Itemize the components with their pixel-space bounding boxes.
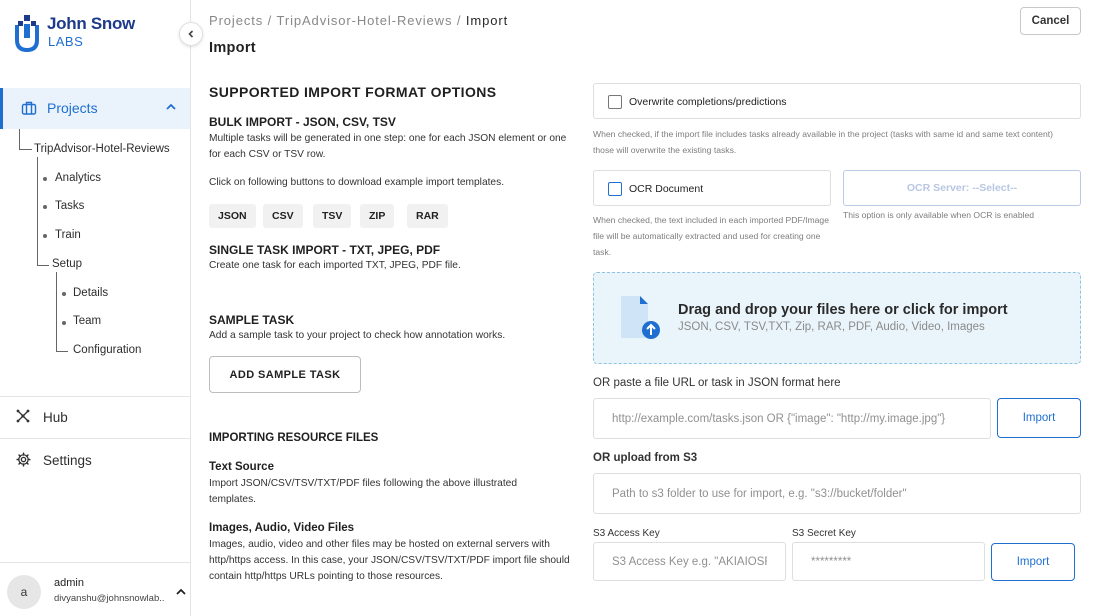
ocr-server-select[interactable]: OCR Server: --Select-- bbox=[843, 170, 1081, 206]
bulk-import-desc: Multiple tasks will be generated in one … bbox=[209, 133, 567, 160]
sidebar-item-label: Projects bbox=[47, 100, 98, 116]
download-hint: Click on following buttons to download e… bbox=[209, 177, 505, 188]
tree-dot bbox=[62, 292, 66, 296]
cancel-button[interactable]: Cancel bbox=[1020, 7, 1081, 35]
breadcrumb-project[interactable]: TripAdvisor-Hotel-Reviews bbox=[276, 13, 452, 28]
john-snow-labs-logo[interactable]: John Snow LABS bbox=[14, 12, 144, 54]
resources-title: IMPORTING RESOURCE FILES bbox=[209, 432, 379, 444]
breadcrumb-projects[interactable]: Projects bbox=[209, 13, 263, 28]
tree-line bbox=[56, 351, 68, 352]
tree-dot bbox=[62, 321, 66, 325]
breadcrumb-current: Import bbox=[465, 13, 509, 28]
tree-dot bbox=[43, 177, 47, 181]
tree-dot bbox=[43, 234, 47, 238]
single-import-desc: Create one task for each imported TXT, J… bbox=[209, 260, 461, 271]
sidebar-item-label: Settings bbox=[43, 453, 92, 468]
overwrite-note: When checked, if the import file include… bbox=[593, 129, 1053, 155]
sidebar-item-tasks[interactable]: Tasks bbox=[55, 200, 84, 212]
chevron-up-icon bbox=[166, 103, 176, 110]
tree-line bbox=[19, 129, 20, 149]
breadcrumb: Projects / TripAdvisor-Hotel-Reviews / I… bbox=[209, 13, 509, 28]
bulk-import-title: BULK IMPORT - JSON, CSV, TSV bbox=[209, 115, 396, 129]
download-zip-button[interactable]: ZIP bbox=[360, 204, 395, 228]
brand-sub: LABS bbox=[48, 34, 84, 49]
divider bbox=[0, 396, 190, 397]
s3-access-key-label: S3 Access Key bbox=[593, 528, 660, 539]
add-sample-task-button[interactable]: ADD SAMPLE TASK bbox=[209, 356, 361, 393]
sidebar-item-configuration[interactable]: Configuration bbox=[73, 344, 141, 356]
user-menu[interactable]: a admin divyanshu@johnsnowlab... bbox=[0, 562, 190, 616]
s3-path-input[interactable] bbox=[593, 473, 1081, 514]
ocr-checkbox[interactable] bbox=[608, 182, 622, 196]
sidebar-item-hub[interactable]: Hub bbox=[0, 398, 190, 436]
collapse-sidebar-button[interactable] bbox=[179, 22, 203, 46]
tree-line bbox=[19, 149, 32, 150]
sidebar: John Snow LABS Projects TripAdvisor-Hote… bbox=[0, 0, 191, 616]
sidebar-item-analytics[interactable]: Analytics bbox=[55, 172, 101, 184]
sidebar-project-name[interactable]: TripAdvisor-Hotel-Reviews bbox=[34, 143, 170, 155]
avatar: a bbox=[7, 575, 41, 609]
dropzone-formats: JSON, CSV, TSV,TXT, Zip, RAR, PDF, Audio… bbox=[678, 321, 985, 333]
download-csv-button[interactable]: CSV bbox=[263, 204, 303, 228]
ocr-option[interactable]: OCR Document bbox=[593, 170, 831, 206]
overwrite-option[interactable]: Overwrite completions/predictions bbox=[593, 83, 1081, 119]
page-title: Import bbox=[209, 40, 256, 56]
ocr-note: When checked, the text included in each … bbox=[593, 215, 829, 257]
import-url-button[interactable]: Import bbox=[997, 398, 1081, 438]
url-input[interactable] bbox=[593, 398, 991, 439]
media-files-title: Images, Audio, Video Files bbox=[209, 522, 355, 534]
single-import-title: SINGLE TASK IMPORT - TXT, JPEG, PDF bbox=[209, 243, 441, 257]
tree-line bbox=[37, 157, 38, 265]
tree-line bbox=[56, 272, 57, 351]
file-upload-icon bbox=[621, 296, 660, 339]
media-files-desc: Images, audio, video and other files may… bbox=[209, 539, 570, 582]
sidebar-item-label: Hub bbox=[43, 410, 68, 425]
ocr-server-note: This option is only available when OCR i… bbox=[843, 210, 1035, 220]
download-json-button[interactable]: JSON bbox=[209, 204, 256, 228]
sidebar-item-setup[interactable]: Setup bbox=[52, 258, 82, 270]
s3-access-key-input[interactable] bbox=[593, 542, 786, 581]
s3-secret-key-label: S3 Secret Key bbox=[792, 528, 856, 539]
gear-icon bbox=[16, 452, 31, 467]
download-tsv-button[interactable]: TSV bbox=[313, 204, 352, 228]
s3-label: OR upload from S3 bbox=[593, 452, 698, 464]
briefcase-icon bbox=[21, 101, 37, 115]
logo-mark-icon bbox=[15, 15, 39, 52]
sidebar-item-train[interactable]: Train bbox=[55, 229, 81, 241]
tree-line bbox=[37, 265, 49, 266]
import-s3-button[interactable]: Import bbox=[991, 543, 1075, 581]
divider bbox=[0, 438, 190, 439]
url-label: OR paste a file URL or task in JSON form… bbox=[593, 377, 841, 389]
sidebar-item-projects[interactable]: Projects bbox=[0, 88, 190, 129]
sidebar-item-team[interactable]: Team bbox=[73, 315, 101, 327]
file-dropzone[interactable]: Drag and drop your files here or click f… bbox=[593, 272, 1081, 364]
sidebar-item-settings[interactable]: Settings bbox=[0, 441, 190, 479]
overwrite-checkbox[interactable] bbox=[608, 95, 622, 109]
chevron-up-icon bbox=[176, 588, 186, 595]
s3-secret-key-input[interactable] bbox=[792, 542, 985, 581]
hub-icon bbox=[16, 409, 30, 423]
chevron-left-icon bbox=[188, 30, 194, 38]
tree-dot bbox=[43, 205, 47, 209]
overwrite-label: Overwrite completions/predictions bbox=[629, 96, 787, 108]
user-email: divyanshu@johnsnowlab... bbox=[54, 593, 164, 604]
ocr-label: OCR Document bbox=[629, 183, 704, 195]
formats-heading: SUPPORTED IMPORT FORMAT OPTIONS bbox=[209, 84, 497, 100]
text-source-desc: Import JSON/CSV/TSV/TXT/PDF files follow… bbox=[209, 478, 517, 505]
sidebar-item-details[interactable]: Details bbox=[73, 287, 108, 299]
user-name: admin bbox=[54, 577, 84, 589]
text-source-title: Text Source bbox=[209, 461, 274, 473]
dropzone-title: Drag and drop your files here or click f… bbox=[678, 302, 1008, 318]
sample-task-desc: Add a sample task to your project to che… bbox=[209, 330, 506, 341]
sample-task-title: SAMPLE TASK bbox=[209, 313, 295, 327]
brand-name: John Snow bbox=[47, 14, 135, 33]
download-rar-button[interactable]: RAR bbox=[407, 204, 448, 228]
